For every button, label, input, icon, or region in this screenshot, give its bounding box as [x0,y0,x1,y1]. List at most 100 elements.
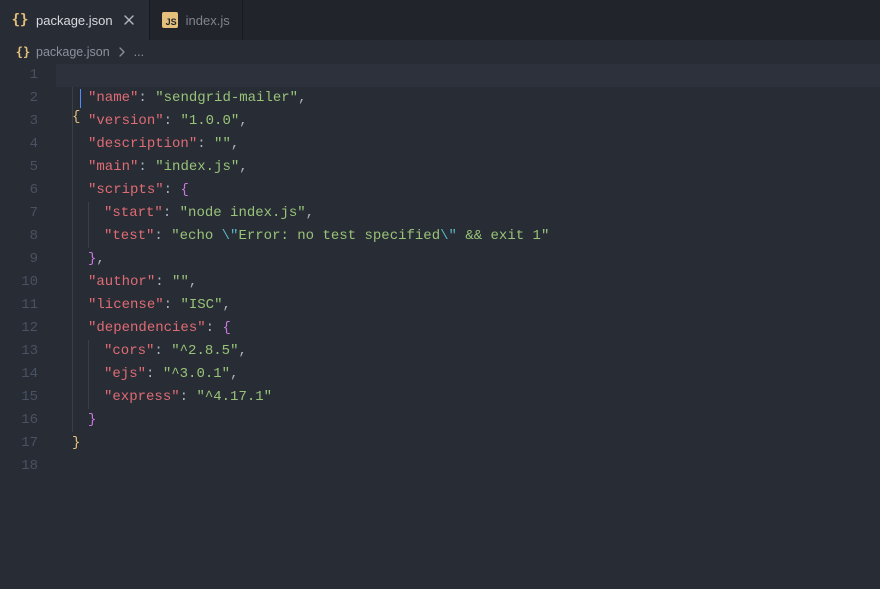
token: ^3.0.1 [171,366,221,382]
indent-guide [72,317,88,340]
code-line[interactable]: "main": "index.js", [56,156,880,179]
code-line[interactable]: "author": "", [56,271,880,294]
token: " [154,205,162,221]
token: , [96,251,104,267]
token: ISC [189,297,214,313]
code-line[interactable]: "description": "", [56,133,880,156]
token: version [96,113,155,129]
token: : [138,159,155,175]
token: description [96,136,188,152]
indent-guide [88,386,104,409]
token: \" [222,228,239,244]
indent-guide [72,87,88,110]
close-icon[interactable] [121,12,137,28]
token: dependencies [96,320,197,336]
indent-guide [88,340,104,363]
code-editor[interactable]: 123456789101112131415161718 {"name": "se… [0,64,880,589]
indent-guide [72,133,88,156]
token: { [180,182,188,198]
token: : [164,297,181,313]
token: " [196,389,204,405]
token: " [231,113,239,129]
code-line[interactable]: }, [56,248,880,271]
token: scripts [96,182,155,198]
code-area[interactable]: {"name": "sendgrid-mailer","version": "1… [56,64,880,589]
code-line[interactable]: } [56,432,880,455]
tab-package-json[interactable]: {} package.json [0,0,150,40]
tab-label: package.json [36,13,113,28]
code-line[interactable]: "test": "echo \"Error: no test specified… [56,225,880,248]
token: name [96,90,130,106]
token: " [155,297,163,313]
code-line[interactable] [56,455,880,478]
code-line[interactable]: "ejs": "^3.0.1", [56,363,880,386]
line-number: 2 [0,87,38,110]
token: " [155,182,163,198]
indent-guide [88,202,104,225]
token: , [238,343,246,359]
tab-bar: {} package.json JS index.js [0,0,880,40]
code-line[interactable]: "scripts": { [56,179,880,202]
indent-guide [72,363,88,386]
token: node index.js [188,205,297,221]
indent-guide [72,271,88,294]
token: cors [112,343,146,359]
token: " [541,228,549,244]
line-number: 4 [0,133,38,156]
chevron-right-icon [116,47,128,57]
token: " [180,297,188,313]
token: : [146,366,163,382]
token: : [138,90,155,106]
json-braces-icon: {} [16,45,30,59]
code-line[interactable]: "cors": "^2.8.5", [56,340,880,363]
code-line[interactable]: "dependencies": { [56,317,880,340]
line-number: 8 [0,225,38,248]
code-line[interactable]: "start": "node index.js", [56,202,880,225]
line-number: 7 [0,202,38,225]
line-number-gutter: 123456789101112131415161718 [0,64,56,589]
token: " [171,389,179,405]
code-line[interactable]: "name": "sendgrid-mailer", [56,87,880,110]
line-number: 12 [0,317,38,340]
token: main [96,159,130,175]
indent-guide [88,225,104,248]
token: " [163,366,171,382]
indent-guide [72,179,88,202]
line-number: 17 [0,432,38,455]
indent-guide [88,363,104,386]
token: sendgrid-mailer [164,90,290,106]
token: " [180,113,188,129]
token: : [154,228,171,244]
code-line[interactable]: } [56,409,880,432]
indent-guide [72,156,88,179]
token: : [164,182,181,198]
token: " [297,205,305,221]
token: && exit 1 [457,228,541,244]
breadcrumb[interactable]: {} package.json ... [0,40,880,64]
token: ^4.17.1 [205,389,264,405]
tab-index-js[interactable]: JS index.js [150,0,243,40]
token: author [96,274,146,290]
line-number: 5 [0,156,38,179]
token: " [264,389,272,405]
code-line[interactable]: "version": "1.0.0", [56,110,880,133]
code-line[interactable]: "express": "^4.17.1" [56,386,880,409]
tab-label: index.js [186,13,230,28]
token: " [155,159,163,175]
indent-guide [72,340,88,363]
token: } [72,435,80,451]
token: ejs [112,366,137,382]
indent-guide [72,294,88,317]
token: express [112,389,171,405]
indent-guide [72,248,88,271]
line-number: 16 [0,409,38,432]
indent-guide [72,409,88,432]
code-line[interactable]: "license": "ISC", [56,294,880,317]
token: , [239,159,247,175]
token: " [197,320,205,336]
token: , [298,90,306,106]
token: " [171,228,179,244]
code-line[interactable]: { [56,64,880,87]
token: 1.0.0 [189,113,231,129]
breadcrumb-file: package.json [36,45,110,59]
